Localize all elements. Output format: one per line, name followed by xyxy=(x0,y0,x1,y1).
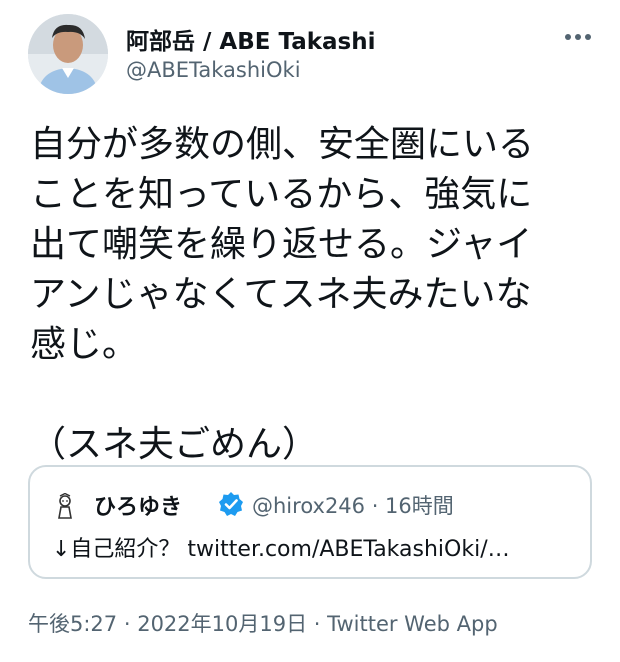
tweet-text-line: 出て嘲笑を繰り返せる。ジャイ xyxy=(30,224,533,265)
author-avatar[interactable] xyxy=(28,14,108,94)
author-avatar-image xyxy=(28,14,108,94)
tweet-date[interactable]: 2022年10月19日 xyxy=(137,612,307,636)
tweet-text-line: 感じ。 xyxy=(30,324,139,365)
separator-dot: · xyxy=(117,612,138,636)
quote-tweet-card[interactable]: ひろゆき @hirox246 · 16時間 ↓自己紹介？ twitter.com… xyxy=(28,465,592,579)
tweet-text-line: 自分が多数の側、安全圏にいる xyxy=(30,124,535,165)
tweet-text-line: （スネ夫ごめん） xyxy=(30,424,319,465)
quote-text: ↓自己紹介？ twitter.com/ABETakashiOki/… xyxy=(52,537,510,562)
tweet-text-spacer xyxy=(30,370,590,420)
verified-badge-icon xyxy=(218,491,244,517)
tweet-detail: 阿部岳 / ABE Takashi @ABETakashiOki 自分が多数の側… xyxy=(0,0,620,662)
quote-author-avatar xyxy=(52,492,78,519)
more-horizontal-icon[interactable] xyxy=(556,22,600,52)
tweet-text: 自分が多数の側、安全圏にいる ことを知っているから、強気に 出て嘲笑を繰り返せる… xyxy=(30,120,590,470)
separator-dot: · xyxy=(307,612,328,636)
author-display-name[interactable]: 阿部岳 / ABE Takashi xyxy=(126,22,375,56)
tweet-text-line: ことを知っているから、強気に xyxy=(30,174,533,215)
tweet-source-app[interactable]: Twitter Web App xyxy=(327,612,498,636)
quote-handle-time: @hirox246 · 16時間 xyxy=(252,494,454,518)
tweet-time[interactable]: 午後5:27 xyxy=(28,612,117,636)
tweet-text-line: アンじゃなくてスネ夫みたいな xyxy=(30,274,532,315)
tweet-timestamp-row: 午後5:27 · 2022年10月19日 · Twitter Web App xyxy=(28,608,498,638)
author-handle[interactable]: @ABETakashiOki xyxy=(126,58,301,82)
quote-author-name: ひろゆき xyxy=(94,495,183,520)
